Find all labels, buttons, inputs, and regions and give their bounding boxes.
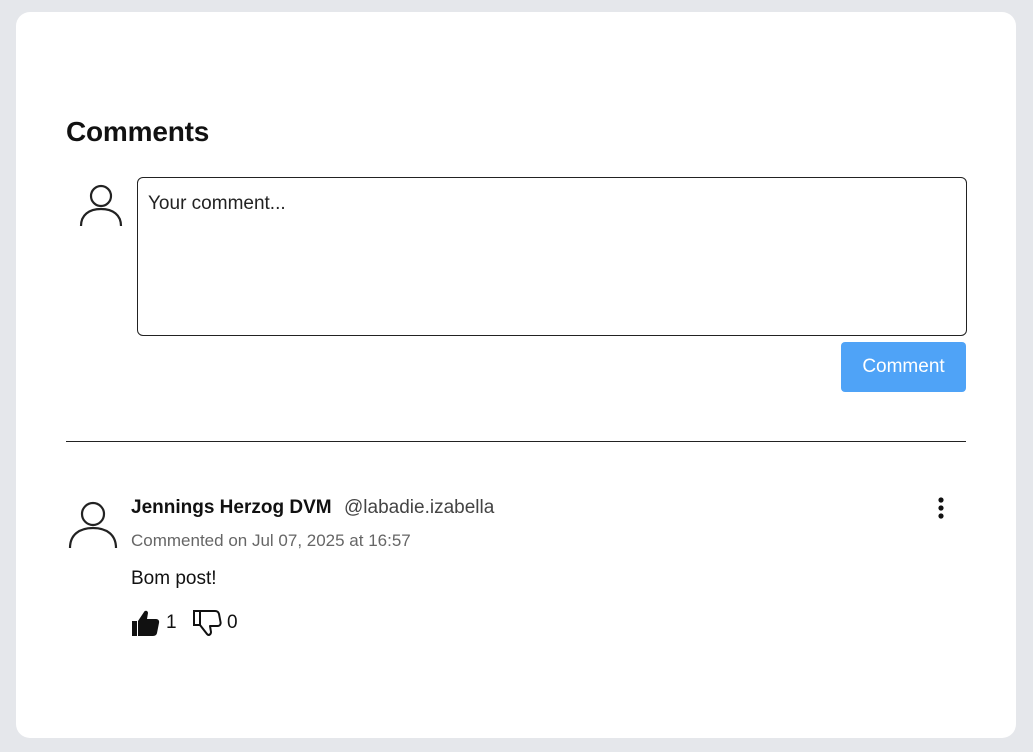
thumbs-up-icon [132, 610, 160, 636]
dislike-count: 0 [227, 612, 238, 633]
like-count: 1 [166, 612, 177, 633]
more-vertical-icon [938, 497, 944, 519]
comments-card: Comments Comment Jennings Herzog DVM @la… [16, 12, 1016, 738]
comment-input[interactable] [137, 177, 967, 336]
comment-menu-button[interactable] [928, 494, 954, 524]
comment-body: Bom post! [131, 568, 217, 589]
comments-heading: Comments [66, 116, 210, 147]
comment-submit-button[interactable]: Comment [841, 342, 966, 392]
like-button[interactable]: 1 [131, 608, 177, 638]
comment-timestamp: Commented on Jul 07, 2025 at 16:57 [131, 531, 411, 550]
divider [66, 441, 966, 442]
comment-author-handle[interactable]: @labadie.izabella [344, 497, 494, 519]
dislike-button[interactable]: 0 [192, 608, 238, 638]
comment-author-name[interactable]: Jennings Herzog DVM [131, 497, 332, 519]
user-icon [68, 501, 118, 549]
user-avatar-icon [79, 184, 123, 227]
thumbs-down-icon [193, 610, 222, 636]
